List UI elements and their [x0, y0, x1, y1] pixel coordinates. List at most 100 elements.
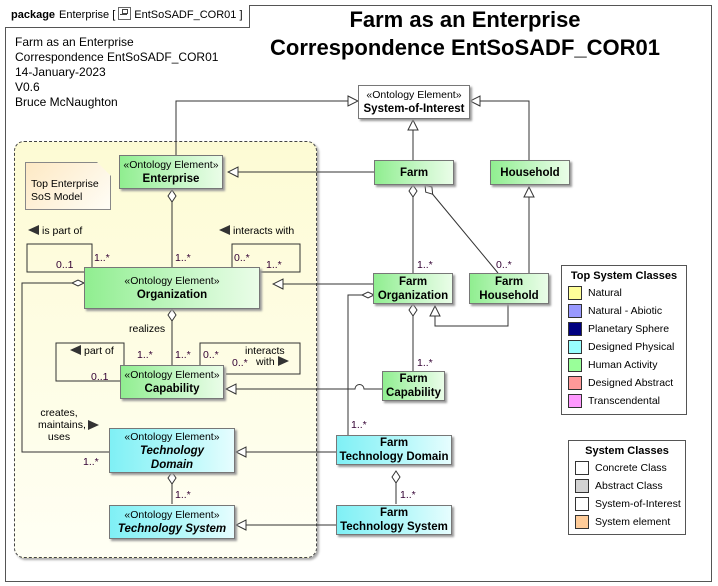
swatch-system-of-interest [575, 497, 589, 511]
label-text: part of [84, 345, 114, 357]
swatch-concrete-class [575, 461, 589, 475]
class-name-line-2: Household [479, 289, 539, 302]
legend-label: Natural [588, 287, 622, 299]
legend-item: Abstract Class [569, 477, 685, 495]
stereotype: «Ontology Element» [366, 89, 462, 101]
label-creates-maintains-uses: creates, maintains, uses [38, 407, 86, 443]
legend-label: Abstract Class [595, 480, 663, 492]
class-name-line-1: Farm [494, 275, 524, 288]
direction-left-icon [219, 225, 230, 235]
class-technology-domain[interactable]: «Ontology Element» Technology Domain [109, 428, 235, 473]
class-name-line-1: Farm [379, 437, 409, 449]
class-farm-household[interactable]: Farm Household [469, 273, 549, 304]
note-line-1: Top Enterprise [31, 178, 99, 190]
legend-label: Designed Abstract [588, 377, 674, 389]
mult-org-interacts-b: 1..* [266, 259, 282, 271]
legend-label: Human Activity [588, 359, 658, 371]
class-name: System-of-Interest [363, 103, 465, 115]
label-text: with [256, 356, 275, 368]
agg-farm-farmhousehold [424, 184, 499, 274]
label-interacts-with: interacts with [219, 225, 294, 237]
legend-title: Top System Classes [570, 270, 678, 282]
legend-top-system-classes: Top System Classes Natural Natural - Abi… [561, 265, 687, 415]
class-name: Household [500, 166, 560, 179]
class-name: Technology System [117, 523, 227, 535]
class-household[interactable]: Household [490, 160, 570, 185]
gen-enterprise-soi [175, 101, 358, 155]
swatch-transcendental [568, 394, 582, 408]
class-name-line-1: Technology [139, 444, 205, 457]
legend-item: Human Activity [562, 356, 686, 374]
swatch-natural-abiotic [568, 304, 582, 318]
class-name-line-1: Farm [398, 275, 428, 288]
mult-cap-part-target: 1..* [137, 349, 153, 361]
legend-label: Concrete Class [595, 462, 667, 474]
swatch-system-element [575, 515, 589, 529]
swatch-natural [568, 286, 582, 300]
label-part-of: part of [70, 345, 114, 357]
class-name-line-2: Organization [377, 289, 449, 302]
legend-item: Concrete Class [569, 459, 685, 477]
legend-item: Natural [562, 284, 686, 302]
mult-cap-interacts-a: 0..* [203, 349, 219, 361]
class-farm-technology-domain[interactable]: Farm Technology Domain [336, 435, 452, 465]
class-system-of-interest[interactable]: «Ontology Element» System-of-Interest [358, 85, 470, 119]
class-name: Farm [399, 166, 429, 179]
legend-label: System-of-Interest [595, 498, 681, 510]
mult-cap-interacts-b: 0..* [232, 357, 248, 369]
label-text: interacts with [233, 225, 295, 237]
legend-label: Natural - Abiotic [588, 305, 663, 317]
class-enterprise[interactable]: «Ontology Element» Enterprise [119, 155, 223, 189]
mult-farmtd-farmts: 1..* [400, 489, 416, 501]
legend-item: Planetary Sphere [562, 320, 686, 338]
mult-farm-farmhousehold: 0..* [496, 259, 512, 271]
label-is-part-of: is part of [28, 225, 82, 237]
class-technology-system[interactable]: «Ontology Element» Technology System [109, 505, 235, 539]
legend-label: System element [595, 516, 671, 528]
direction-left-icon [28, 225, 39, 235]
legend-system-classes: System Classes Concrete Class Abstract C… [568, 440, 686, 535]
stereotype: «Ontology Element» [124, 509, 220, 521]
legend-item: System element [569, 513, 685, 531]
note-line-2: SoS Model [31, 191, 83, 203]
swatch-abstract-class [575, 479, 589, 493]
legend-title: System Classes [585, 445, 669, 457]
class-name: Organization [136, 289, 208, 301]
note-top-enterprise[interactable]: Top Enterprise SoS Model [25, 162, 111, 210]
direction-right-icon [88, 420, 99, 430]
legend-item: Designed Physical [562, 338, 686, 356]
gen-household-soi [470, 101, 530, 160]
legend-item: Transcendental [562, 392, 686, 410]
class-capability[interactable]: «Ontology Element» Capability [120, 365, 224, 399]
mult-farmorg-farmcap: 1..* [417, 357, 433, 369]
label-text: is part of [42, 225, 83, 237]
class-farm-organization[interactable]: Farm Organization [373, 273, 453, 304]
legend-item: Designed Abstract [562, 374, 686, 392]
class-farm-technology-system[interactable]: Farm Technology System [336, 505, 452, 535]
class-organization[interactable]: «Ontology Element» Organization [84, 267, 260, 309]
class-name-line-1: Farm [399, 373, 428, 385]
label-realizes: realizes [129, 323, 166, 335]
gen-farmhousehold-farmorg [435, 304, 509, 327]
mult-org-part-target: 1..* [94, 252, 110, 264]
legend-label: Planetary Sphere [588, 323, 670, 335]
label-text: creates, [40, 407, 78, 419]
mult-farmorg-farmtd: 1..* [351, 419, 367, 431]
swatch-designed-physical [568, 340, 582, 354]
agg-farmorg-farmtd [347, 294, 374, 435]
class-farm[interactable]: Farm [374, 160, 454, 185]
class-farm-capability[interactable]: Farm Capability [382, 371, 445, 401]
stereotype: «Ontology Element» [124, 275, 220, 287]
legend-label: Transcendental [588, 395, 660, 407]
swatch-planetary-sphere [568, 322, 582, 336]
label-text: uses [47, 431, 71, 443]
class-name: Capability [144, 383, 200, 395]
mult-td-ts: 1..* [175, 489, 191, 501]
class-name-line-2: Capability [386, 387, 441, 399]
class-name-line-2: Technology System [340, 521, 448, 533]
swatch-human-activity [568, 358, 582, 372]
legend-item: System-of-Interest [569, 495, 685, 513]
stereotype: «Ontology Element» [123, 159, 219, 171]
mult-ent-org: 1..* [175, 252, 191, 264]
swatch-designed-abstract [568, 376, 582, 390]
